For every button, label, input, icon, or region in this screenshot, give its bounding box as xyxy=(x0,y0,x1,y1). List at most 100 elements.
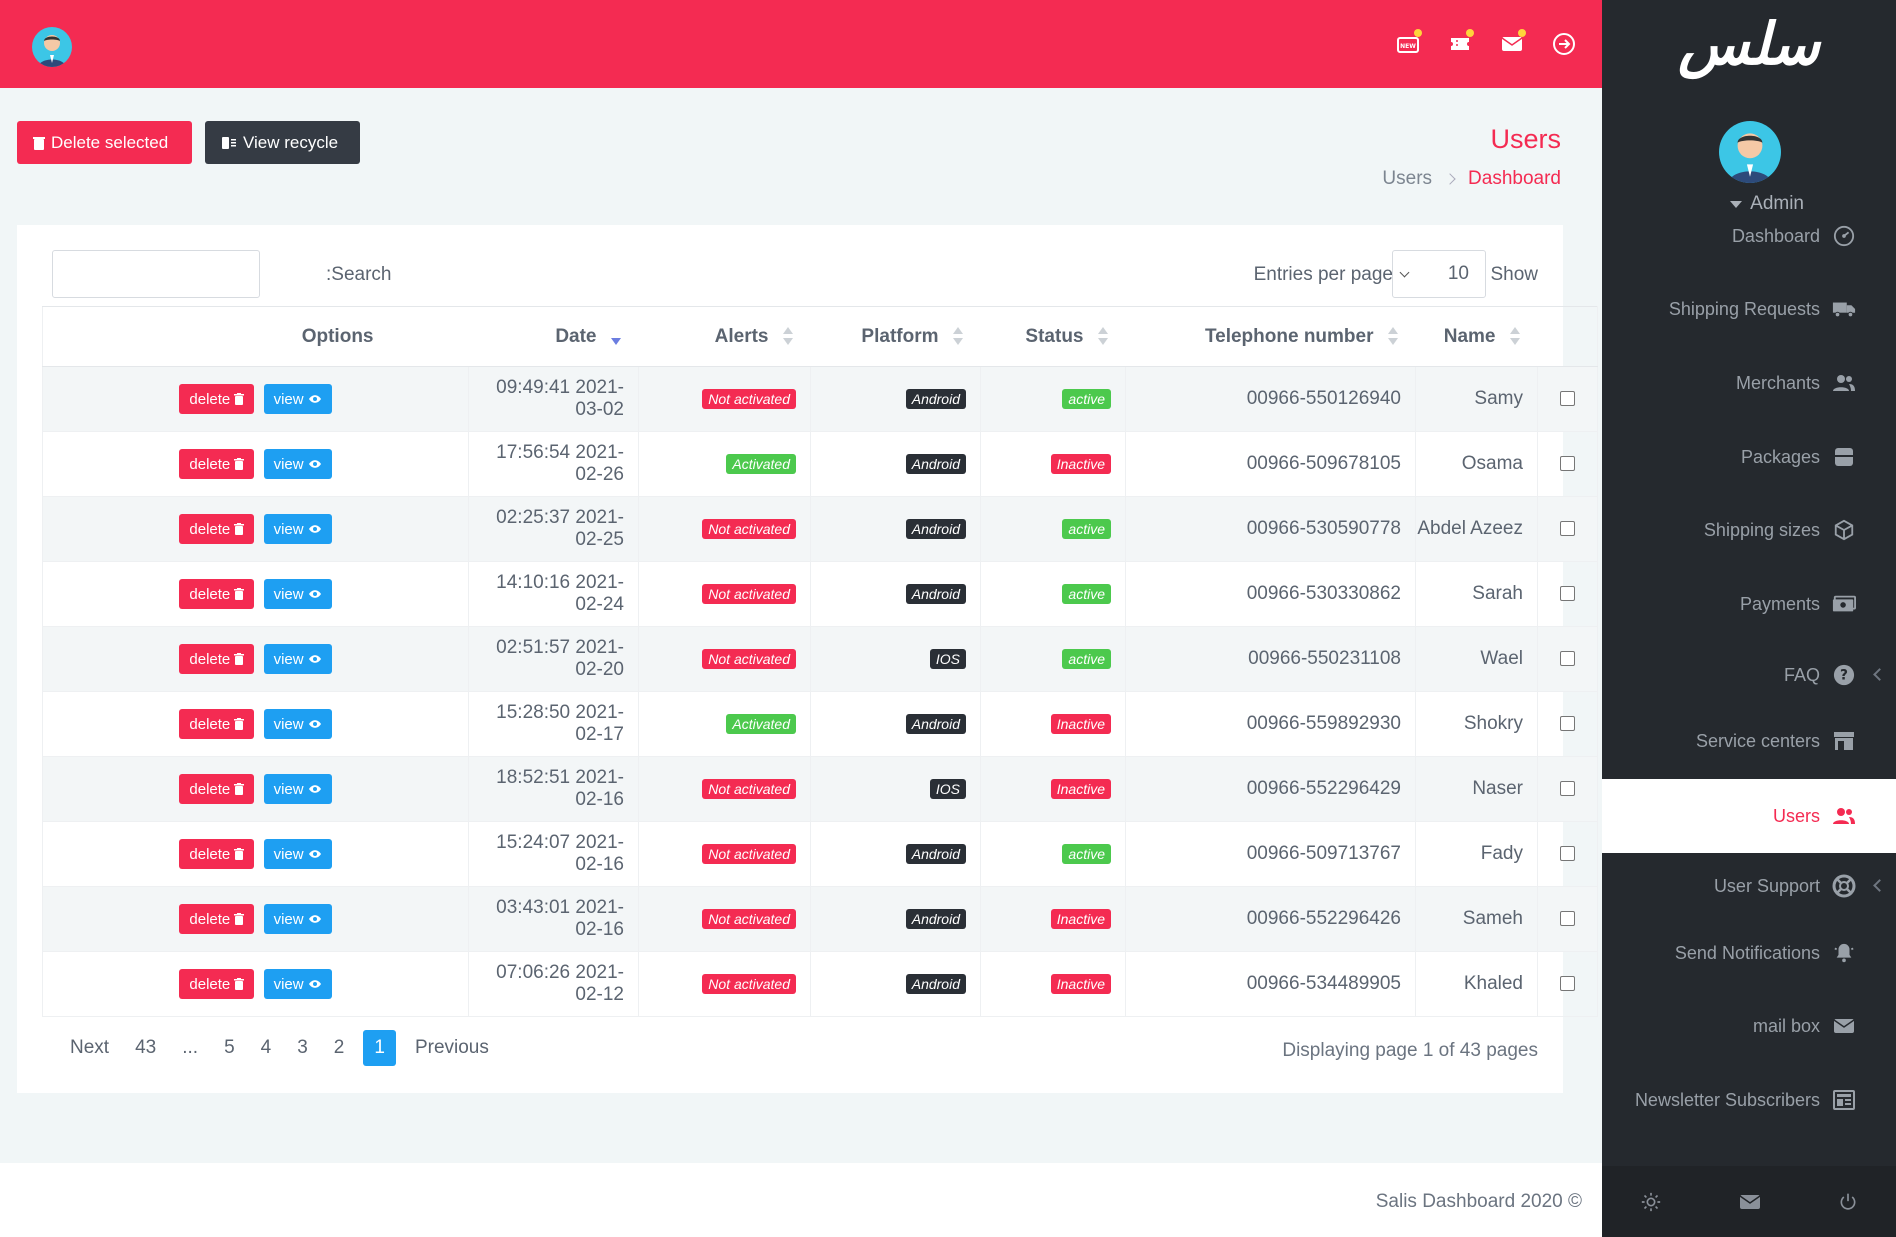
pagination-next[interactable]: Next xyxy=(57,1030,122,1066)
column-alerts[interactable]: Alerts xyxy=(638,306,811,367)
footer-text: Salis Dashboard 2020 © xyxy=(1375,1191,1582,1212)
status-badge: Inactive xyxy=(1050,454,1111,474)
user-avatar[interactable] xyxy=(32,27,72,67)
row-checkbox[interactable] xyxy=(1560,391,1575,407)
sidebar-item-payments[interactable]: Payments xyxy=(1602,567,1896,641)
row-select-cell xyxy=(1537,821,1598,887)
platform-badge: Android xyxy=(905,519,966,539)
sidebar-item-label: Shipping sizes xyxy=(1703,519,1820,540)
pagination-page[interactable]: 1 xyxy=(363,1030,396,1066)
sidebar-item-label: Payments xyxy=(1739,593,1820,614)
column-platform[interactable]: Platform xyxy=(810,306,981,367)
row-checkbox[interactable] xyxy=(1560,586,1575,602)
sidebar-item-users[interactable]: Users xyxy=(1602,779,1896,853)
row-delete-button[interactable]: delete xyxy=(179,579,255,609)
row-view-button[interactable]: view xyxy=(263,969,332,999)
row-phone: 00966-550126940 xyxy=(1125,366,1416,432)
column-name[interactable]: Name xyxy=(1415,306,1538,367)
chevron-left-icon[interactable] xyxy=(1873,879,1886,892)
pagination-page[interactable]: 4 xyxy=(248,1030,285,1066)
row-view-button[interactable]: view xyxy=(263,514,332,544)
pagination-previous[interactable]: Previous xyxy=(402,1030,502,1066)
sidebar-item-dashboard[interactable]: Dashboard xyxy=(1602,199,1896,273)
row-checkbox[interactable] xyxy=(1560,456,1575,472)
svg-text:?: ? xyxy=(1840,668,1848,684)
app-logo[interactable]: سلس xyxy=(1602,10,1896,78)
row-select-cell xyxy=(1537,691,1598,757)
row-view-button[interactable]: view xyxy=(263,904,332,934)
row-name: Osama xyxy=(1415,431,1538,497)
row-delete-button[interactable]: delete xyxy=(179,384,255,414)
row-select-cell xyxy=(1537,496,1598,562)
row-view-button[interactable]: view xyxy=(263,774,332,804)
row-delete-button[interactable]: delete xyxy=(179,644,255,674)
row-checkbox[interactable] xyxy=(1560,651,1575,667)
pagination-page[interactable]: 5 xyxy=(211,1030,248,1066)
row-delete-button[interactable]: delete xyxy=(179,839,255,869)
entries-per-page-select[interactable]: 10 xyxy=(1392,250,1486,298)
logout-icon[interactable] xyxy=(1552,32,1576,56)
settings-icon[interactable] xyxy=(1640,1191,1662,1213)
row-alert: Not activated xyxy=(638,886,811,952)
row-options: delete view xyxy=(42,496,469,562)
sidebar-item-send-notifications[interactable]: Send Notifications xyxy=(1602,916,1896,990)
row-checkbox[interactable] xyxy=(1560,911,1575,927)
row-checkbox[interactable] xyxy=(1560,781,1575,797)
row-checkbox[interactable] xyxy=(1560,716,1575,732)
row-checkbox[interactable] xyxy=(1560,521,1575,537)
pagination-page[interactable]: 2 xyxy=(321,1030,358,1066)
row-checkbox[interactable] xyxy=(1560,976,1575,992)
row-select-cell xyxy=(1537,561,1598,627)
row-delete-button[interactable]: delete xyxy=(179,904,255,934)
row-delete-button[interactable]: delete xyxy=(179,709,255,739)
row-view-button[interactable]: view xyxy=(263,579,332,609)
row-view-button[interactable]: view xyxy=(263,384,332,414)
sidebar-item-shipping-sizes[interactable]: Shipping sizes xyxy=(1602,493,1896,567)
column-status[interactable]: Status xyxy=(980,306,1126,367)
column-date[interactable]: Date xyxy=(468,306,639,367)
new-badge-icon[interactable]: NEW xyxy=(1396,29,1422,56)
sidebar-item-shipping-requests[interactable]: Shipping Requests xyxy=(1602,272,1896,346)
sidebar-item-newsletter-subscribers[interactable]: Newsletter Subscribers xyxy=(1602,1063,1896,1137)
row-status: active xyxy=(980,821,1126,887)
row-status: Inactive xyxy=(980,756,1126,822)
row-checkbox[interactable] xyxy=(1560,846,1575,862)
row-delete-label: delete xyxy=(189,845,231,863)
row-view-button[interactable]: view xyxy=(263,644,332,674)
row-delete-button[interactable]: delete xyxy=(179,969,255,999)
power-icon[interactable] xyxy=(1838,1192,1858,1212)
view-recycle-label: View recycle xyxy=(243,132,339,152)
eye-icon xyxy=(308,525,321,533)
sidebar-item-user-support[interactable]: User Support xyxy=(1602,849,1896,923)
row-view-label: view xyxy=(273,780,304,798)
row-view-button[interactable]: view xyxy=(263,839,332,869)
delete-selected-button[interactable]: Delete selected xyxy=(17,121,192,164)
sidebar-item-service-centers[interactable]: Service centers xyxy=(1602,704,1896,778)
pagination-page[interactable]: 43 xyxy=(122,1030,169,1066)
pagination-page[interactable]: 3 xyxy=(284,1030,321,1066)
sidebar-item-packages[interactable]: Packages xyxy=(1602,420,1896,494)
sidebar-item-merchants[interactable]: Merchants xyxy=(1602,346,1896,420)
search-input[interactable] xyxy=(52,250,260,298)
row-delete-button[interactable]: delete xyxy=(179,774,255,804)
alert-badge: Not activated xyxy=(702,649,796,669)
row-delete-button[interactable]: delete xyxy=(179,514,255,544)
breadcrumb-users[interactable]: Users xyxy=(1382,168,1432,190)
row-view-button[interactable]: view xyxy=(263,709,332,739)
mail-icon[interactable] xyxy=(1500,29,1526,56)
row-delete-button[interactable]: delete xyxy=(179,449,255,479)
delete-selected-label: Delete selected xyxy=(51,132,169,152)
sidebar-item-faq[interactable]: FAQ? xyxy=(1602,638,1896,712)
ticket-icon[interactable] xyxy=(1448,29,1474,56)
view-recycle-button[interactable]: View recycle xyxy=(205,121,360,164)
chevron-left-icon[interactable] xyxy=(1873,668,1886,681)
row-view-button[interactable]: view xyxy=(263,449,332,479)
sidebar-item-mail-box[interactable]: mail box xyxy=(1602,989,1896,1063)
mail-icon[interactable] xyxy=(1739,1194,1761,1210)
sort-icon xyxy=(1097,327,1108,346)
column-telephone[interactable]: Telephone number xyxy=(1125,306,1416,367)
sidebar-avatar[interactable] xyxy=(1719,121,1781,183)
users-icon xyxy=(1832,371,1856,395)
breadcrumb-dashboard[interactable]: Dashboard xyxy=(1468,168,1561,190)
alert-badge: Not activated xyxy=(702,779,796,799)
